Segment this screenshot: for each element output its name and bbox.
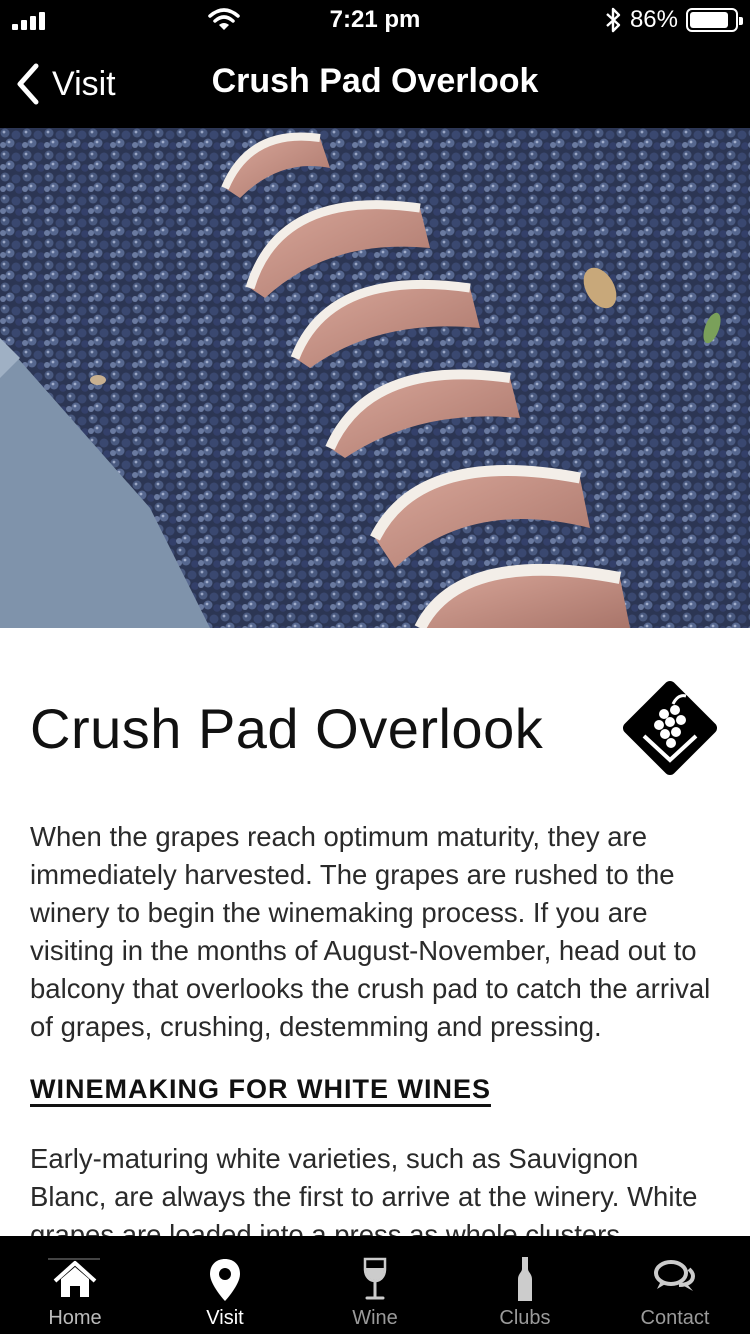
tab-label: Visit [206,1307,244,1329]
divider [48,1258,100,1260]
tab-label: Wine [352,1307,398,1329]
status-right: 86% [604,6,743,34]
status-bar: 7:21 pm 86% [0,0,750,40]
tab-wine[interactable]: Wine [300,1236,450,1334]
map-pin-icon [210,1259,240,1301]
bluetooth-icon [606,7,621,33]
tab-clubs[interactable]: Clubs [450,1236,600,1334]
grapes-diamond-icon [622,680,718,776]
back-label: Visit [52,64,116,103]
tab-label: Home [48,1307,102,1329]
tab-visit[interactable]: Visit [150,1236,300,1334]
tab-label: Contact [640,1307,710,1329]
hero-image [0,128,750,628]
body-paragraph: Early-maturing white varieties, such as … [30,1143,698,1236]
content-area: Crush Pad Overlook When the grapes reach… [0,628,750,1236]
tab-contact[interactable]: Contact [600,1236,750,1334]
battery-fill [690,12,728,28]
tab-home[interactable]: Home [0,1236,150,1334]
tab-bar: Home Visit Wine Clubs Contact [0,1236,750,1334]
battery-percent: 86% [629,6,678,33]
navigation-bar: Visit Crush Pad Overlook [0,40,750,128]
body-paragraph: When the grapes reach optimum maturity, … [30,821,711,1042]
home-icon [53,1261,97,1297]
chevron-left-icon [17,63,39,105]
bottle-icon [518,1257,532,1301]
wine-glass-icon [363,1257,387,1300]
back-button[interactable]: Visit [14,40,116,128]
content-heading: Crush Pad Overlook [30,697,544,760]
chat-bubbles-icon [654,1260,696,1291]
section-heading: WINEMAKING FOR WHITE WINES [30,1074,491,1104]
battery-icon [686,8,743,32]
battery-nub [739,17,743,25]
tab-label: Clubs [499,1307,551,1329]
